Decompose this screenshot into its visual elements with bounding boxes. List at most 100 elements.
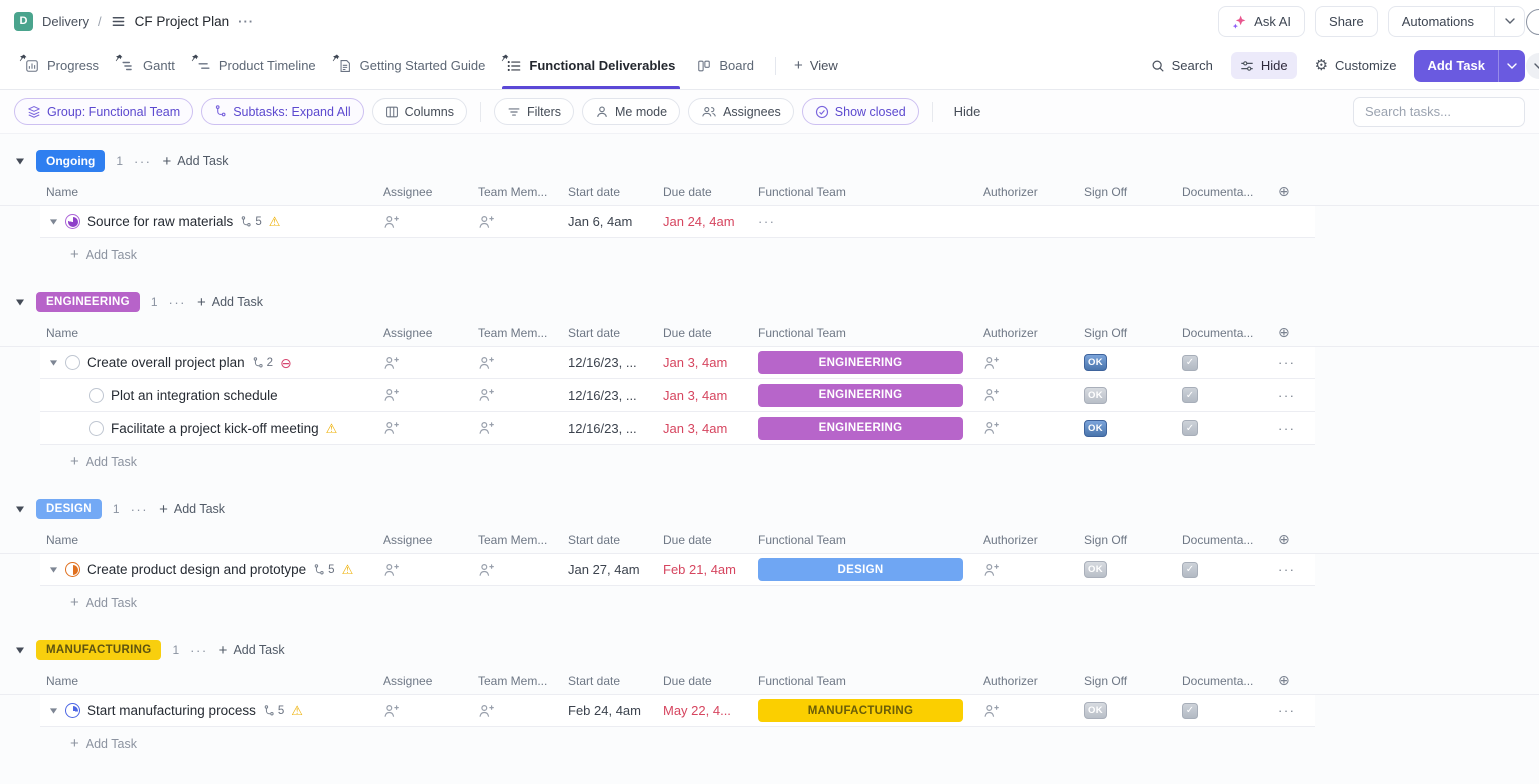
add-assignee-icon[interactable] [383,214,399,230]
group-status-pill[interactable]: DESIGN [36,499,102,519]
add-authorizer-icon[interactable] [983,703,999,719]
add-column-button[interactable]: ⊕ [1278,324,1290,340]
column-header-sign-off[interactable]: Sign Off [1070,674,1160,688]
add-assignee-icon[interactable] [383,420,399,436]
share-button[interactable]: Share [1315,6,1378,37]
collapse-group-icon[interactable] [15,157,25,166]
subtask-count-badge[interactable]: 5 [240,216,261,228]
functional-team-pill[interactable]: ENGINEERING [758,417,963,440]
task-name[interactable]: Create overall project plan [87,355,245,370]
start-date[interactable]: Jan 27, 4am [568,562,640,577]
subtask-count-badge[interactable]: 5 [313,564,334,576]
user-avatar[interactable] [1526,9,1539,35]
start-date[interactable]: Jan 6, 4am [568,214,632,229]
due-date[interactable]: Jan 3, 4am [663,355,727,370]
add-assignee-icon[interactable] [383,355,399,371]
add-task-row[interactable]: +Add Task [40,238,1315,271]
task-menu-button[interactable]: ··· [1278,562,1296,577]
tab-functional-deliverables[interactable]: Functional Deliverables [496,42,686,89]
customize-button[interactable]: ⚙ Customize [1315,58,1397,73]
task-status-icon[interactable] [65,703,80,718]
column-header-name[interactable]: Name [40,326,375,340]
add-task-row[interactable]: +Add Task [40,586,1315,619]
task-status-icon[interactable] [89,388,104,403]
due-date[interactable]: Jan 3, 4am [663,388,727,403]
add-view-button[interactable]: + View [786,58,846,73]
start-date[interactable]: 12/16/23, ... [568,388,637,403]
column-header-start-date[interactable]: Start date [560,185,655,199]
column-header-authorizer[interactable]: Authorizer [965,674,1070,688]
documentation-checkbox[interactable]: ✓ [1182,562,1198,578]
column-header-due-date[interactable]: Due date [655,674,750,688]
column-header-documentation[interactable]: Documenta... [1160,533,1260,547]
subtasks-pill[interactable]: Subtasks: Expand All [201,98,363,125]
column-header-assignee[interactable]: Assignee [375,674,470,688]
add-column-button[interactable]: ⊕ [1278,531,1290,547]
due-date[interactable]: Jan 3, 4am [663,421,727,436]
chevron-down-icon[interactable] [1494,7,1524,36]
add-team-member-icon[interactable] [478,420,494,436]
column-header-team-member[interactable]: Team Mem... [470,674,560,688]
column-header-due-date[interactable]: Due date [655,185,750,199]
add-team-member-icon[interactable] [478,387,494,403]
start-date[interactable]: 12/16/23, ... [568,355,637,370]
due-date[interactable]: Feb 21, 4am [663,562,736,577]
expand-sidebar-button[interactable] [1526,53,1539,79]
add-team-member-icon[interactable] [478,214,494,230]
tab-getting-started-guide[interactable]: Getting Started Guide [327,42,497,89]
subtask-count-badge[interactable]: 2 [252,357,273,369]
group-menu-button[interactable]: ··· [169,295,187,310]
group-add-task-button[interactable]: +Add Task [163,154,229,169]
group-menu-button[interactable]: ··· [131,502,149,517]
space-avatar[interactable]: D [14,12,33,31]
task-status-icon[interactable] [89,421,104,436]
column-header-assignee[interactable]: Assignee [375,326,470,340]
tab-product-timeline[interactable]: Product Timeline [186,42,327,89]
column-header-functional-team[interactable]: Functional Team [750,674,965,688]
ask-ai-button[interactable]: Ask AI [1218,6,1305,37]
toolbar-hide-button[interactable]: Hide [954,104,981,119]
group-by-pill[interactable]: Group: Functional Team [14,98,193,125]
breadcrumb-space-name[interactable]: Delivery [42,14,89,29]
task-expand-chevron-icon[interactable] [49,566,58,574]
column-header-team-member[interactable]: Team Mem... [470,533,560,547]
column-header-assignee[interactable]: Assignee [375,533,470,547]
add-assignee-icon[interactable] [383,387,399,403]
tab-board[interactable]: Board [686,42,765,89]
group-add-task-button[interactable]: +Add Task [197,295,263,310]
search-tasks-input[interactable] [1353,97,1525,127]
add-team-member-icon[interactable] [478,703,494,719]
column-header-documentation[interactable]: Documenta... [1160,674,1260,688]
functional-team-pill[interactable]: ENGINEERING [758,351,963,374]
task-expand-chevron-icon[interactable] [49,707,58,715]
filters-pill[interactable]: Filters [494,98,574,125]
add-team-member-icon[interactable] [478,562,494,578]
subtask-count-badge[interactable]: 5 [263,705,284,717]
list-menu-button[interactable]: ··· [238,14,254,29]
functional-team-pill[interactable]: DESIGN [758,558,963,581]
group-status-pill[interactable]: ENGINEERING [36,292,140,312]
task-expand-chevron-icon[interactable] [49,359,58,367]
group-add-task-button[interactable]: +Add Task [219,643,285,658]
group-menu-button[interactable]: ··· [134,154,152,169]
group-status-pill[interactable]: MANUFACTURING [36,640,161,660]
task-menu-button[interactable]: ··· [1278,388,1296,403]
add-task-row[interactable]: +Add Task [40,445,1315,478]
column-header-functional-team[interactable]: Functional Team [750,533,965,547]
column-header-start-date[interactable]: Start date [560,326,655,340]
column-header-assignee[interactable]: Assignee [375,185,470,199]
add-column-button[interactable]: ⊕ [1278,672,1290,688]
task-status-icon[interactable] [65,562,80,577]
task-name[interactable]: Create product design and prototype [87,562,306,577]
sign-off-ok-badge[interactable]: OK [1084,420,1107,437]
column-header-authorizer[interactable]: Authorizer [965,185,1070,199]
search-button[interactable]: Search [1151,58,1213,73]
tab-progress[interactable]: Progress [14,42,110,89]
documentation-checkbox[interactable]: ✓ [1182,355,1198,371]
column-header-name[interactable]: Name [40,674,375,688]
due-date[interactable]: Jan 24, 4am [663,214,735,229]
column-header-authorizer[interactable]: Authorizer [965,326,1070,340]
columns-pill[interactable]: Columns [372,98,467,125]
column-header-documentation[interactable]: Documenta... [1160,185,1260,199]
task-expand-chevron-icon[interactable] [49,218,58,226]
